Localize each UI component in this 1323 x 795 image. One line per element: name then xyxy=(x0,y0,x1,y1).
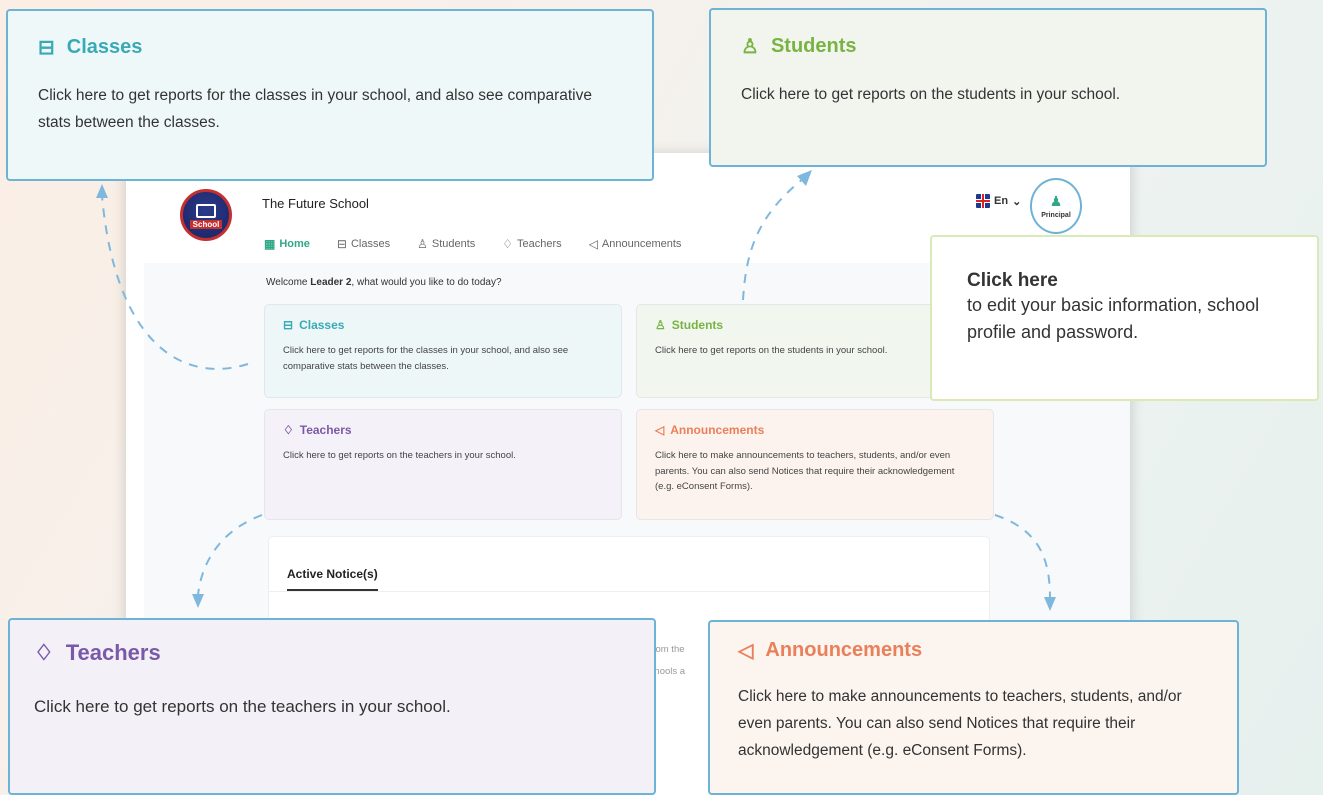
arrow-teachers xyxy=(197,514,263,596)
callout-announcements: ◁ Announcements Click here to make announ… xyxy=(708,620,1239,795)
arrowhead xyxy=(797,170,812,186)
arrowhead xyxy=(96,184,108,198)
arrow-classes xyxy=(101,195,249,370)
callout-teachers: ♢ Teachers Click here to get reports on t… xyxy=(8,618,656,795)
callout-description: Click here to get reports on the teacher… xyxy=(34,697,451,716)
callout-description: Click here to make announcements to teac… xyxy=(738,688,1182,760)
monitor-icon: ⊟ xyxy=(38,37,55,59)
callout-description: Click here to get reports for the classe… xyxy=(38,87,592,132)
student-icon: ♙ xyxy=(741,36,759,58)
callout-students: ♙ Students Click here to get reports on t… xyxy=(709,8,1267,167)
arrow-students xyxy=(742,177,805,301)
arrowhead xyxy=(1044,597,1056,611)
callout-title: Classes xyxy=(66,36,143,58)
callout-title: Students xyxy=(770,35,857,57)
arrowhead xyxy=(192,594,204,608)
callout-classes: ⊟ Classes Click here to get reports for t… xyxy=(6,9,654,181)
teacher-icon: ♢ xyxy=(34,640,54,665)
callout-title: Teachers xyxy=(65,640,161,665)
arrow-announcements xyxy=(994,514,1051,599)
callout-description: to edit your basic information, school p… xyxy=(967,295,1260,342)
callout-description: Click here to get reports on the student… xyxy=(741,86,1121,103)
callout-title: Announcements xyxy=(765,639,923,661)
callout-profile: Click here to edit your basic informatio… xyxy=(930,235,1319,401)
megaphone-icon: ◁ xyxy=(738,640,754,662)
callout-title: Click here xyxy=(967,270,1058,291)
